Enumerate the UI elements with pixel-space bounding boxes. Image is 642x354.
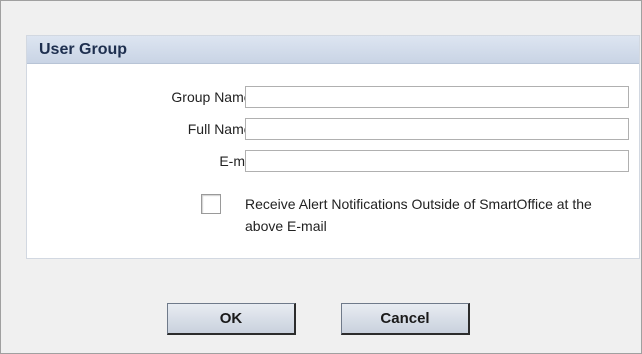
email-input[interactable]	[245, 150, 629, 172]
group-name-input[interactable]	[245, 86, 629, 108]
panel-title: User Group	[27, 36, 639, 64]
full-name-input[interactable]	[245, 118, 629, 140]
alert-notifications-label: Receive Alert Notifications Outside of S…	[245, 196, 592, 234]
user-group-panel: User Group Group Name* Full Name* E-mail…	[26, 35, 640, 259]
ok-button[interactable]: OK	[167, 303, 296, 335]
email-row: E-mail	[27, 150, 639, 174]
full-name-row: Full Name*	[27, 118, 639, 142]
group-name-label-text: Group Name	[171, 89, 252, 105]
full-name-label-text: Full Name	[187, 121, 252, 137]
group-name-row: Group Name*	[27, 86, 639, 110]
cancel-button[interactable]: Cancel	[341, 303, 470, 335]
user-group-dialog: User Group Group Name* Full Name* E-mail…	[0, 0, 642, 354]
alert-notifications-checkbox[interactable]	[201, 194, 221, 214]
